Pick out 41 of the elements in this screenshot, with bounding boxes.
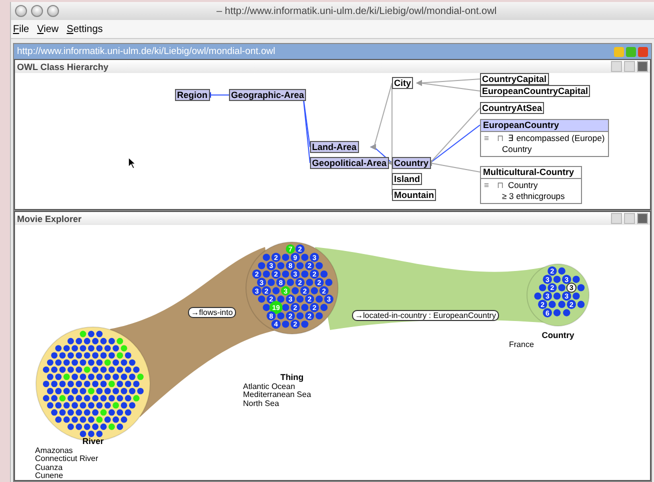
- class-node[interactable]: Country: [392, 157, 430, 169]
- class-node[interactable]: City: [392, 77, 414, 89]
- class-node[interactable]: Land-Area: [310, 141, 359, 153]
- class-node[interactable]: Mountain: [392, 189, 436, 201]
- panel-title: OWL Class Hierarchy: [17, 62, 108, 72]
- class-expression: ≥ 3 ethnicgroups: [502, 191, 565, 201]
- cluster-name: River: [81, 437, 105, 446]
- instance-label: Connecticut River: [35, 455, 100, 464]
- menu-item[interactable]: File: [13, 24, 30, 34]
- relation-label[interactable]: →flows-into: [188, 307, 236, 318]
- menu-item[interactable]: Settings: [66, 24, 103, 34]
- instance-label: Cunene: [35, 472, 64, 480]
- class-node[interactable]: Island: [392, 173, 422, 185]
- frame-title: http://www.informatik.uni-ulm.de/ki/Liebig/owl/mondial-ont.owl: [17, 46, 276, 57]
- cluster-name: Country: [540, 331, 576, 340]
- instance-label: North Sea: [243, 400, 280, 408]
- instance-label: Mediterranean Sea: [243, 391, 312, 400]
- class-node[interactable]: CountryAtSea: [480, 102, 544, 114]
- instance-label: Amazonas: [35, 446, 74, 455]
- class-expression: ∃ encompassed (Europe): [508, 133, 605, 143]
- window-title: – http://www.informatik.uni-ulm.de/ki/Liebig/owl/mondial-ont.owl: [215, 6, 498, 16]
- class-node[interactable]: CountryCapital: [480, 73, 549, 85]
- class-node[interactable]: Geographic-Area: [229, 89, 306, 101]
- panel-title: Movie Explorer: [17, 214, 82, 224]
- class-expression: Country: [508, 180, 538, 190]
- class-node[interactable]: Region: [175, 89, 210, 101]
- instance-label: Cuanza: [35, 464, 64, 472]
- relation-label[interactable]: →located-in-country : EuropeanCountry: [352, 310, 499, 321]
- equivalence-sign: ≡: [484, 180, 489, 190]
- instance-label: Atlantic Ocean: [243, 382, 296, 391]
- class-node[interactable]: Multicultural-Country: [481, 167, 581, 179]
- class-node[interactable]: EuropeanCountry: [481, 120, 608, 132]
- class-expression: Country: [502, 144, 532, 154]
- class-node[interactable]: EuropeanCountryCapital: [480, 85, 590, 97]
- class-node[interactable]: Geopolitical-Area: [310, 157, 389, 169]
- cluster-name: Thing: [279, 373, 305, 382]
- intersection-sign: ⊓: [496, 180, 504, 190]
- equivalence-sign: ≡: [484, 133, 489, 143]
- menu-item[interactable]: View: [37, 24, 59, 34]
- intersection-sign: ⊓: [496, 133, 504, 143]
- instance-label: France: [509, 340, 535, 349]
